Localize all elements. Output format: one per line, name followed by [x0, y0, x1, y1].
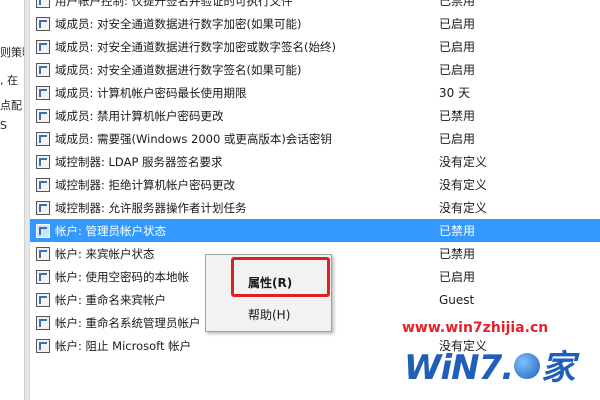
policy-row[interactable]: 域成员: 计算机帐户密码最长使用期限 30 天	[30, 81, 600, 104]
policy-icon	[36, 108, 50, 123]
policy-row[interactable]: 域控制器: LDAP 服务器签名要求 没有定义	[30, 150, 600, 173]
watermark: www.win7zhijia.cn WiN7. 家	[398, 318, 598, 396]
policy-name: 域成员: 计算机帐户密码最长使用期限	[55, 85, 247, 100]
policy-name: 域成员: 对安全通道数据进行数字加密(如果可能)	[55, 16, 302, 31]
annotation-highlight-box	[231, 257, 330, 297]
policy-name: 域控制器: LDAP 服务器签名要求	[55, 154, 223, 169]
policy-icon	[36, 16, 50, 31]
policy-row[interactable]: 域控制器: 允许服务器操作者计划任务 没有定义	[30, 196, 600, 219]
policy-name: 域成员: 禁用计算机帐户密码更改	[55, 108, 224, 123]
policy-icon	[36, 269, 50, 284]
policy-row[interactable]: 帐户: 管理员帐户状态 已禁用	[30, 219, 600, 242]
policy-row[interactable]: 域成员: 禁用计算机帐户密码更改 已禁用	[30, 104, 600, 127]
policy-name: 帐户: 管理员帐户状态	[55, 223, 167, 238]
policy-icon	[36, 131, 50, 146]
policy-setting: 已启用	[439, 132, 476, 146]
policy-row[interactable]: 域控制器: 拒绝计算机帐户密码更改 没有定义	[30, 173, 600, 196]
policy-row[interactable]: 域成员: 对安全通道数据进行数字加密(如果可能) 已启用	[30, 12, 600, 35]
policy-icon	[36, 338, 50, 353]
left-pane-text-4: S	[0, 119, 7, 132]
policy-icon	[36, 200, 50, 215]
watermark-url: www.win7zhijia.cn	[402, 320, 549, 336]
policy-icon	[36, 0, 50, 8]
policy-setting: 已禁用	[439, 247, 476, 261]
policy-name: 域成员: 对安全通道数据进行数字签名(如果可能)	[55, 62, 302, 77]
policy-icon	[36, 292, 50, 307]
policy-row[interactable]: 域成员: 对安全通道数据进行数字签名(如果可能) 已启用	[30, 58, 600, 81]
windows-flag-icon	[514, 352, 541, 379]
policy-setting: 已禁用	[439, 224, 476, 238]
policy-icon	[36, 246, 50, 261]
left-pane-text-2: , 在	[0, 74, 18, 87]
policy-icon	[36, 177, 50, 192]
watermark-logo: WiN7. 家	[404, 340, 575, 389]
left-pane-text-3: 点配	[0, 99, 22, 112]
policy-icon	[36, 223, 50, 238]
policy-icon	[36, 315, 50, 330]
policy-name: 帐户: 阻止 Microsoft 帐户	[55, 338, 192, 353]
policy-row[interactable]: 域成员: 对安全通道数据进行数字加密或数字签名(始终) 已启用	[30, 35, 600, 58]
policy-icon	[36, 62, 50, 77]
policy-row[interactable]: 用户帐户控制: 仅提升签名并验证的可执行文件 已禁用	[30, 0, 600, 12]
policy-icon	[36, 39, 50, 54]
watermark-logo-left: WiN7.	[404, 348, 514, 388]
policy-setting: 已禁用	[439, 0, 476, 8]
left-pane-text-1: 则策略	[0, 46, 24, 59]
policy-setting: 已启用	[439, 63, 476, 77]
policy-setting: 已禁用	[439, 109, 476, 123]
policy-setting: 没有定义	[439, 155, 488, 169]
policy-setting: 已启用	[439, 17, 476, 31]
policy-setting: 30 天	[439, 86, 471, 100]
policy-setting: 没有定义	[439, 201, 488, 215]
policy-row[interactable]: 域成员: 需要强(Windows 2000 或更高版本)会话密钥 已启用	[30, 127, 600, 150]
policy-setting: 已启用	[439, 270, 476, 284]
policy-icon	[36, 154, 50, 169]
left-navigation-pane: 则策略 , 在 点配 S	[0, 0, 24, 400]
policy-name: 用户帐户控制: 仅提升签名并验证的可执行文件	[55, 0, 293, 8]
policy-name: 域控制器: 拒绝计算机帐户密码更改	[55, 177, 236, 192]
policy-name: 域控制器: 允许服务器操作者计划任务	[55, 200, 247, 215]
menu-item-help[interactable]: 帮助(H)	[206, 301, 331, 327]
policy-name: 域成员: 对安全通道数据进行数字加密或数字签名(始终)	[55, 39, 337, 54]
policy-setting: 已启用	[439, 40, 476, 54]
menu-item-label: 帮助(H)	[248, 307, 291, 322]
policy-setting: Guest	[439, 292, 475, 307]
policy-name: 域成员: 需要强(Windows 2000 或更高版本)会话密钥	[55, 131, 332, 146]
policy-setting: 没有定义	[439, 178, 488, 192]
watermark-logo-right: 家	[541, 348, 575, 388]
policy-icon	[36, 85, 50, 100]
